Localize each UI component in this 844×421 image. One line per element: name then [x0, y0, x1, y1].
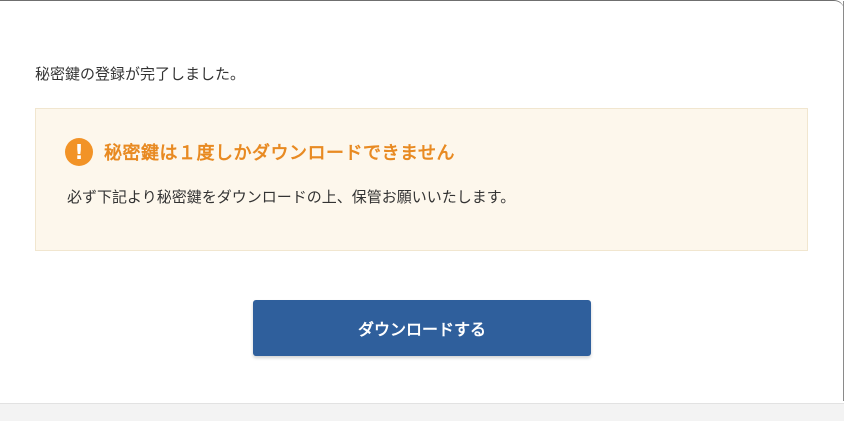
notice-body: 必ず下記より秘密鍵をダウンロードの上、保管お願いいたします。 — [67, 188, 516, 206]
notice-header: ! 秘密鍵は１度しかダウンロードできません — [65, 138, 455, 166]
download-button[interactable]: ダウンロードする — [253, 300, 591, 356]
warning-notice-box: ! 秘密鍵は１度しかダウンロードできません 必ず下記より秘密鍵をダウンロードの上… — [35, 108, 808, 251]
exclamation-circle-icon: ! — [65, 138, 93, 166]
notice-title: 秘密鍵は１度しかダウンロードできません — [104, 143, 455, 164]
completion-message: 秘密鍵の登録が完了しました。 — [35, 65, 246, 83]
registration-complete-dialog: 秘密鍵の登録が完了しました。 ! 秘密鍵は１度しかダウンロードできません 必ず下… — [0, 0, 844, 420]
dialog-bottom-edge — [0, 403, 844, 421]
